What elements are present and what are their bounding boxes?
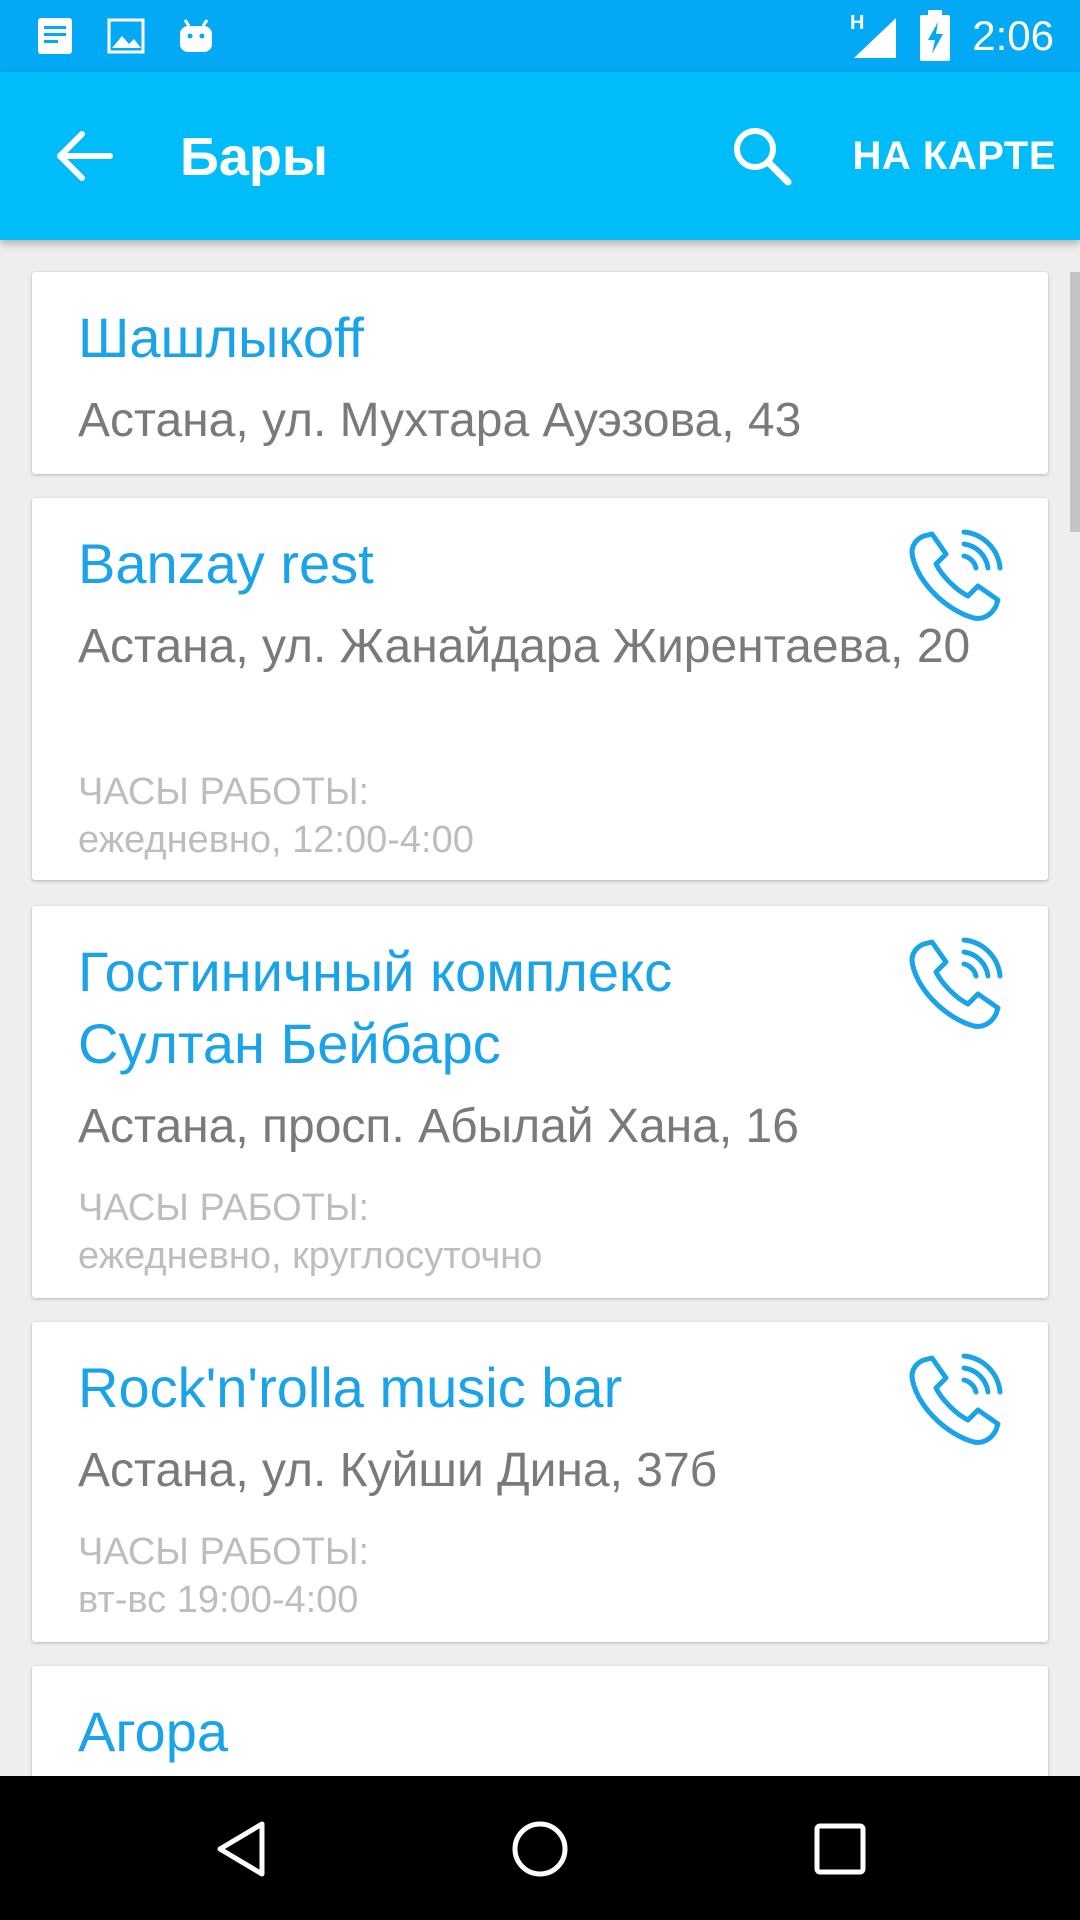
status-bar: H 2:06	[0, 0, 1080, 72]
place-address: Астана, ул. Мухтара Ауэзова, 43	[78, 394, 802, 447]
home-circle-icon[interactable]	[505, 1814, 575, 1884]
place-name: Агора	[78, 1700, 228, 1763]
place-name: Гостиничный комплекс Султан Бейбарс	[78, 940, 673, 1075]
phone-call-icon[interactable]	[906, 1350, 1006, 1450]
android-icon	[180, 19, 212, 52]
place-card[interactable]: Шашлыкoff Астана, ул. Мухтара Ауэзова, 4…	[32, 272, 1048, 474]
place-card[interactable]: Rock'n'rolla music bar Астана, ул. Куйши…	[32, 1322, 1048, 1642]
hours-label: ЧАСЫ РАБОТЫ:	[78, 1531, 370, 1573]
place-card[interactable]: Гостиничный комплекс Султан Бейбарс Аста…	[32, 906, 1048, 1298]
place-name: Banzay rest	[78, 532, 374, 595]
hours-value: ежедневно, круглосуточно	[78, 1235, 543, 1277]
arrow-back-icon[interactable]	[44, 116, 124, 196]
screen: H 2:06 Бары НА КАРТЕ Шашлыкoff Астана, у…	[0, 0, 1080, 1920]
place-card[interactable]: Агора	[32, 1666, 1048, 1776]
phone-call-icon[interactable]	[906, 934, 1006, 1034]
place-name: Шашлыкoff	[78, 306, 365, 369]
recents-square-icon[interactable]	[805, 1814, 875, 1884]
clock: 2:06	[972, 12, 1054, 59]
hours-label: ЧАСЫ РАБОТЫ:	[78, 771, 370, 813]
app-bar: Бары НА КАРТЕ	[0, 72, 1080, 240]
place-address: Астана, просп. Абылай Хана, 16	[78, 1100, 799, 1153]
battery-charging-icon	[920, 10, 950, 61]
search-icon[interactable]	[724, 118, 800, 194]
place-name: Rock'n'rolla music bar	[78, 1356, 623, 1419]
place-address: Астана, ул. Куйши Дина, 37б	[78, 1444, 718, 1497]
notes-icon	[38, 18, 72, 54]
image-icon	[107, 18, 145, 54]
hours-value: вт-вс 19:00-4:00	[78, 1579, 359, 1621]
system-nav-bar	[0, 1776, 1080, 1920]
hours-label: ЧАСЫ РАБОТЫ:	[78, 1187, 370, 1229]
scrollbar[interactable]	[1070, 272, 1080, 532]
place-card[interactable]: Banzay rest Астана, ул. Жанайдара Жирент…	[32, 498, 1048, 880]
phone-call-icon[interactable]	[906, 526, 1006, 626]
places-list[interactable]: Шашлыкoff Астана, ул. Мухтара Ауэзова, 4…	[0, 240, 1080, 1776]
place-address: Астана, ул. Жанайдара Жирентаева, 20	[78, 620, 971, 673]
back-triangle-icon[interactable]	[206, 1814, 276, 1884]
signal-icon	[854, 18, 896, 58]
page-title: Бары	[180, 127, 328, 187]
hours-value: ежедневно, 12:00-4:00	[78, 819, 474, 861]
map-view-button[interactable]: НА КАРТЕ	[853, 128, 1056, 184]
